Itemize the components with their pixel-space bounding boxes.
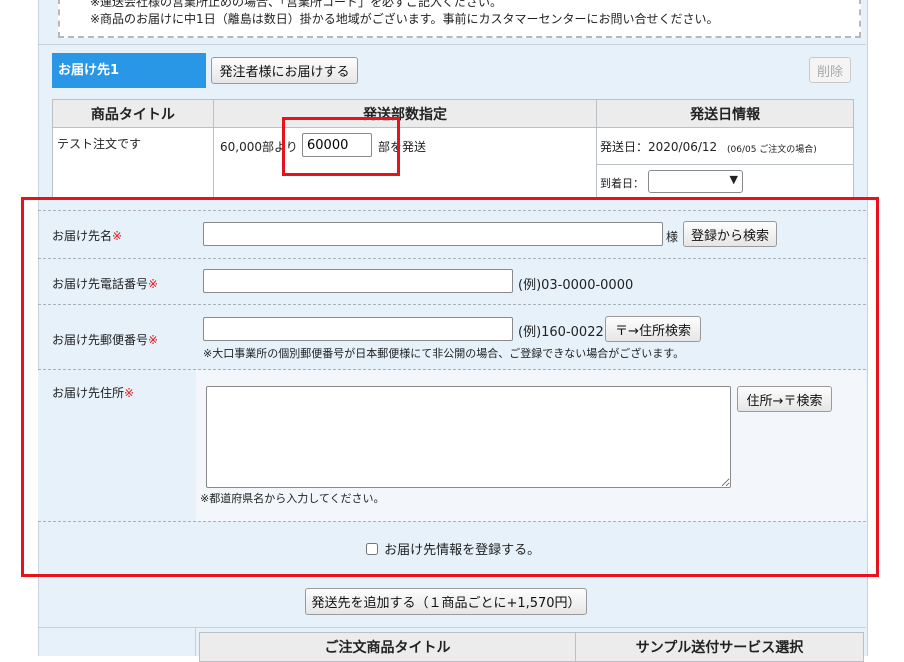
form-highlight-box (21, 197, 879, 577)
header-sample-service: サンプル送付サービス選択 (575, 632, 864, 662)
ship-date: 発送日：2020/06/12 (600, 140, 718, 154)
add-destination-button[interactable]: 発送先を追加する（１商品ごとに+1,570円） (305, 588, 587, 615)
ship-date-note: (06/05 ご注文の場合) (727, 145, 817, 155)
arrival-date-select[interactable]: ▼ (648, 170, 743, 193)
section-divider (38, 44, 866, 45)
quantity-highlight-box (282, 117, 400, 176)
header-order-product-title: ご注文商品タイトル (199, 632, 576, 662)
header-product-title: 商品タイトル (52, 99, 214, 128)
notice-line-1: ※運送会社様の営業所止めの場合、「営業所コード」を必ずご記入ください。 (90, 0, 503, 9)
column-divider (195, 628, 196, 656)
chevron-down-icon: ▼ (729, 173, 738, 186)
notice-line-2: ※商品のお届けに中1日（離島は数日）掛かる地域がございます。事前にカスタマーセン… (90, 12, 719, 26)
product-title: テスト注文です (57, 137, 142, 151)
arrival-date-label: 到着日： (600, 177, 644, 190)
destination-tab[interactable]: お届け先1 (52, 53, 206, 88)
delete-button[interactable]: 削除 (809, 57, 851, 83)
sample-table: ご注文商品タイトル サンプル送付サービス選択 (199, 632, 864, 662)
send-to-orderer-button[interactable]: 発注者様にお届けする (211, 57, 358, 84)
product-title-cell: テスト注文です (52, 127, 214, 198)
header-ship-info: 発送日情報 (596, 99, 854, 128)
section-divider (38, 627, 866, 628)
header-quantity: 発送部数指定 (212, 99, 598, 128)
